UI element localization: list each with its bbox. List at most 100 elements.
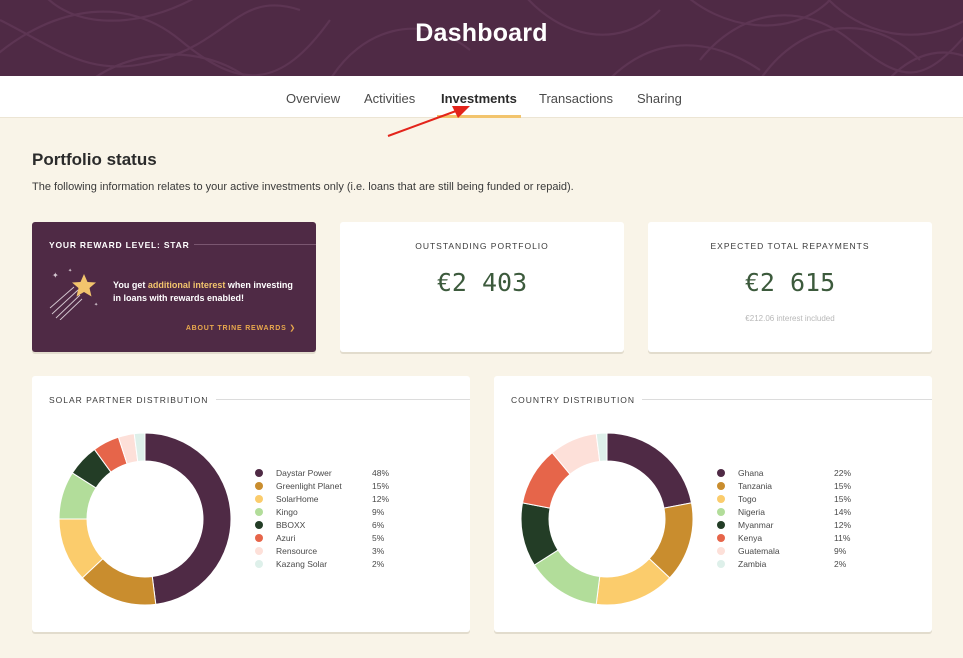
portfolio-description: The following information relates to you…: [32, 181, 574, 193]
legend-color-dot: [717, 534, 725, 542]
legend-item: Togo 15%: [717, 493, 867, 506]
legend-color-dot: [717, 508, 725, 516]
legend-item: Kazang Solar 2%: [255, 558, 405, 571]
legend-color-dot: [717, 547, 725, 555]
legend-item: BBOXX 6%: [255, 519, 405, 532]
legend-label: Kazang Solar: [276, 559, 328, 569]
legend-label: Togo: [738, 494, 757, 504]
divider: [194, 244, 316, 245]
legend-label: Myanmar: [738, 520, 774, 530]
expected-label: EXPECTED TOTAL REPAYMENTS: [710, 241, 870, 251]
reward-level-title: YOUR REWARD LEVEL: STAR: [49, 240, 190, 250]
legend-item: Guatemala 9%: [717, 545, 867, 558]
legend-item: Azuri 5%: [255, 532, 405, 545]
legend-item: Kenya 11%: [717, 532, 867, 545]
interest-note: €212.06 interest included: [745, 314, 835, 323]
legend-color-dot: [717, 469, 725, 477]
country-donut-chart: [520, 432, 694, 606]
legend-item: Zambia 2%: [717, 558, 867, 571]
legend-item: SolarHome 12%: [255, 493, 405, 506]
legend-label: Kenya: [738, 533, 763, 543]
legend-item: Greenlight Planet 15%: [255, 480, 405, 493]
header-banner: Dashboard: [0, 0, 963, 76]
country-card: COUNTRY DISTRIBUTION Ghana 22% Tanzania 15%…: [494, 376, 932, 632]
expected-value: €2 615: [744, 268, 836, 297]
legend-percent: 2%: [834, 559, 847, 569]
legend-percent: 15%: [834, 481, 852, 491]
solar-partner-donut-chart: [58, 432, 232, 606]
legend-label: Nigeria: [738, 507, 765, 517]
svg-text:✦: ✦: [94, 302, 98, 308]
tab-overview[interactable]: Overview: [286, 76, 340, 118]
legend-label: Rensource: [276, 546, 318, 556]
legend-item: Nigeria 14%: [717, 506, 867, 519]
outstanding-portfolio-card: OUTSTANDING PORTFOLIO €2 403: [340, 222, 624, 352]
legend-label: Azuri: [276, 533, 296, 543]
legend-item: Myanmar 12%: [717, 519, 867, 532]
divider: [216, 399, 470, 400]
outstanding-label: OUTSTANDING PORTFOLIO: [415, 241, 549, 251]
reward-description: You get additional interest when investi…: [113, 279, 303, 305]
legend-color-dot: [255, 482, 263, 490]
page-title: Dashboard: [415, 19, 548, 47]
legend-percent: 48%: [372, 468, 390, 478]
svg-text:✦: ✦: [68, 268, 72, 274]
legend-color-dot: [717, 521, 725, 529]
legend-color-dot: [255, 534, 263, 542]
legend-percent: 3%: [372, 546, 385, 556]
red-arrow-annotation: [387, 106, 470, 137]
tab-bar: Overview Activities Investments Transact…: [0, 76, 963, 118]
legend-percent: 15%: [834, 494, 852, 504]
legend-color-dot: [255, 560, 263, 568]
legend-label: Ghana: [738, 468, 764, 478]
solar-partner-card: SOLAR PARTNER DISTRIBUTION Daystar Power…: [32, 376, 470, 632]
legend-label: Kingo: [276, 507, 298, 517]
reward-card: YOUR REWARD LEVEL: STAR ✦ ✦ ✦ You get ad…: [32, 222, 316, 352]
donut-slice-daystar-power[interactable]: [144, 432, 232, 605]
legend-percent: 9%: [372, 507, 385, 517]
legend-label: Tanzania: [738, 481, 773, 491]
legend-item: Daystar Power 48%: [255, 467, 405, 480]
reward-text-start: You get: [113, 280, 148, 290]
legend-color-dot: [255, 495, 263, 503]
expected-repayments-card: EXPECTED TOTAL REPAYMENTS €2 615 €212.06…: [648, 222, 932, 352]
legend-item: Kingo 9%: [255, 506, 405, 519]
legend-percent: 12%: [372, 494, 390, 504]
svg-text:✦: ✦: [52, 271, 59, 280]
legend-percent: 15%: [372, 481, 390, 491]
legend-label: Guatemala: [738, 546, 780, 556]
legend-color-dot: [255, 547, 263, 555]
legend-color-dot: [717, 482, 725, 490]
legend-color-dot: [717, 560, 725, 568]
shooting-star-icon: ✦ ✦ ✦: [49, 268, 98, 320]
legend-label: SolarHome: [276, 494, 319, 504]
legend-item: Ghana 22%: [717, 467, 867, 480]
legend-label: Greenlight Planet: [276, 481, 342, 491]
legend-percent: 11%: [834, 533, 851, 543]
legend-percent: 12%: [834, 520, 852, 530]
legend-percent: 9%: [834, 546, 847, 556]
legend-color-dot: [255, 508, 263, 516]
about-rewards-link[interactable]: ABOUT TRINE REWARDS ❯: [186, 324, 296, 332]
tab-transactions[interactable]: Transactions: [539, 76, 613, 118]
legend-percent: 14%: [834, 507, 852, 517]
legend-label: Zambia: [738, 559, 767, 569]
donut-slice-ghana[interactable]: [606, 432, 693, 509]
portfolio-title: Portfolio status: [32, 150, 157, 169]
legend-color-dot: [717, 495, 725, 503]
legend-item: Rensource 3%: [255, 545, 405, 558]
country-legend: Ghana 22% Tanzania 15% Togo 15% Nigeria 14% Myan…: [717, 467, 867, 571]
legend-color-dot: [255, 469, 263, 477]
legend-label: BBOXX: [276, 520, 306, 530]
legend-label: Daystar Power: [276, 468, 332, 478]
legend-color-dot: [255, 521, 263, 529]
legend-percent: 5%: [372, 533, 385, 543]
legend-percent: 22%: [834, 468, 852, 478]
tab-sharing[interactable]: Sharing: [637, 76, 682, 118]
solar-partner-legend: Daystar Power 48% Greenlight Planet 15% Sola…: [255, 467, 405, 571]
legend-item: Tanzania 15%: [717, 480, 867, 493]
legend-percent: 2%: [372, 559, 385, 569]
outstanding-value: €2 403: [436, 268, 528, 297]
legend-percent: 6%: [372, 520, 385, 530]
reward-text-highlight: additional interest: [147, 280, 226, 290]
